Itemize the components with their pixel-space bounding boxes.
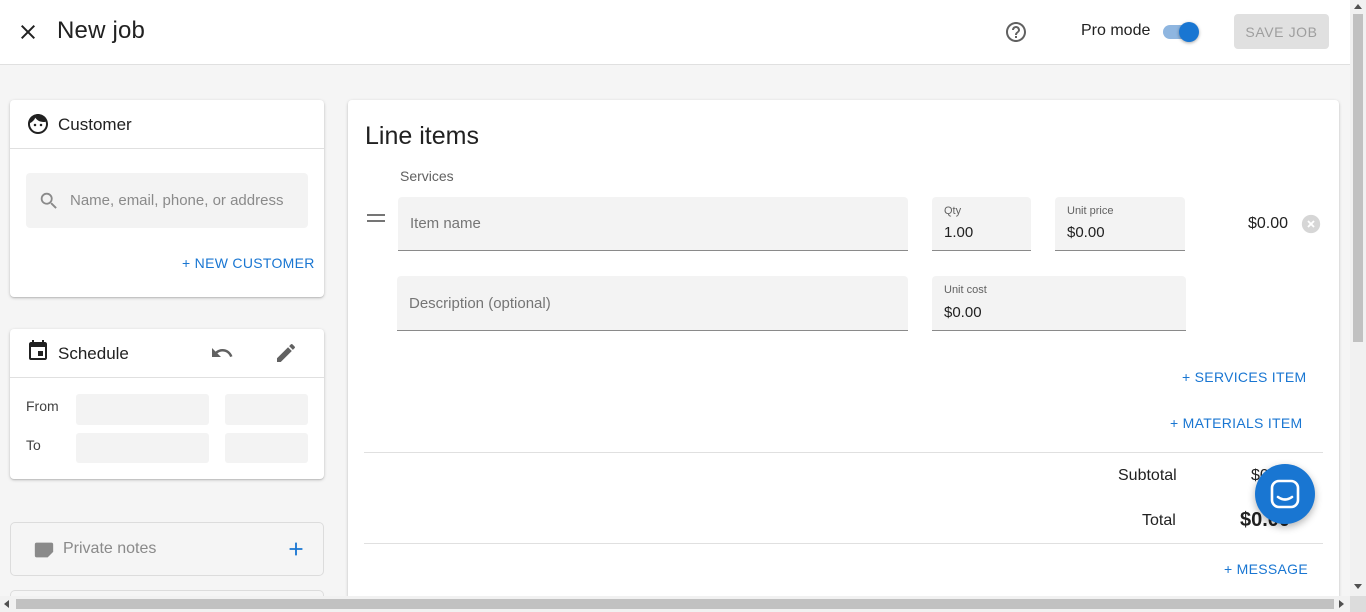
line-total-amount: $0.00: [1248, 215, 1289, 232]
add-icon[interactable]: [285, 538, 307, 560]
unit-price-label: Unit price: [1067, 205, 1114, 217]
add-message-button[interactable]: + MESSAGE: [1224, 561, 1308, 577]
top-app-bar: New job Pro mode SAVE JOB: [0, 0, 1350, 65]
scrollbar-corner: [1350, 596, 1366, 612]
private-notes-button[interactable]: Private notes: [10, 522, 324, 576]
private-notes-label: Private notes: [63, 540, 157, 557]
customer-search-input[interactable]: [70, 173, 302, 228]
qty-input[interactable]: [944, 221, 1019, 243]
customer-title: Customer: [58, 115, 132, 134]
line-items-card: Line items Services Qty Unit price $0.00…: [348, 100, 1339, 612]
schedule-card: Schedule From To: [10, 329, 324, 479]
schedule-card-header: Schedule: [10, 329, 324, 378]
calendar-icon: [26, 339, 50, 363]
line-items-title: Line items: [365, 122, 479, 150]
description-input[interactable]: [409, 276, 896, 330]
save-job-button[interactable]: SAVE JOB: [1234, 14, 1329, 49]
subtotal-label: Subtotal: [1118, 467, 1177, 484]
close-icon[interactable]: [16, 20, 40, 44]
undo-icon[interactable]: [210, 341, 234, 365]
scroll-up-arrow[interactable]: [1354, 4, 1362, 9]
chat-icon: [1270, 479, 1300, 509]
remove-circle-icon[interactable]: [1300, 213, 1322, 235]
unit-price-field[interactable]: Unit price: [1055, 197, 1185, 251]
qty-label: Qty: [944, 205, 962, 217]
schedule-to-label: To: [26, 437, 41, 453]
unit-cost-field[interactable]: Unit cost: [932, 276, 1186, 331]
services-section-label: Services: [400, 168, 454, 184]
qty-field[interactable]: Qty: [932, 197, 1031, 251]
to-date-field[interactable]: [76, 433, 209, 463]
to-time-field[interactable]: [225, 433, 308, 463]
new-customer-button[interactable]: + NEW CUSTOMER: [182, 255, 315, 271]
face-icon: [26, 112, 50, 136]
scroll-right-arrow[interactable]: [1339, 600, 1344, 608]
horizontal-scrollbar[interactable]: [0, 596, 1350, 612]
horizontal-scroll-thumb[interactable]: [16, 599, 1334, 609]
unit-cost-input[interactable]: [944, 301, 1174, 323]
unit-price-input[interactable]: [1067, 221, 1173, 243]
pro-mode-label: Pro mode: [1081, 22, 1151, 39]
totals-divider-top: [364, 452, 1323, 453]
add-materials-item-button[interactable]: + MATERIALS ITEM: [1170, 415, 1303, 431]
item-name-input[interactable]: [410, 197, 896, 250]
customer-card-header: Customer: [10, 100, 324, 149]
scroll-left-arrow[interactable]: [4, 600, 9, 608]
toggle-thumb: [1179, 22, 1199, 42]
drag-handle-icon[interactable]: [367, 214, 385, 224]
chat-launcher-button[interactable]: [1255, 464, 1315, 524]
schedule-title: Schedule: [58, 344, 129, 363]
scroll-down-arrow[interactable]: [1354, 584, 1362, 589]
vertical-scroll-thumb[interactable]: [1353, 14, 1363, 342]
description-field[interactable]: [397, 276, 908, 331]
from-time-field[interactable]: [225, 394, 308, 425]
page-title: New job: [57, 17, 146, 44]
pro-mode-toggle[interactable]: [1161, 22, 1201, 42]
vertical-scrollbar[interactable]: [1350, 0, 1366, 596]
item-name-field[interactable]: [398, 197, 908, 251]
help-icon[interactable]: [1004, 20, 1028, 44]
note-icon: [33, 539, 55, 561]
from-date-field[interactable]: [76, 394, 209, 425]
unit-cost-label: Unit cost: [944, 284, 987, 296]
search-icon: [38, 190, 60, 212]
edit-icon[interactable]: [274, 341, 298, 365]
customer-card: Customer + NEW CUSTOMER: [10, 100, 324, 297]
customer-search-field[interactable]: [26, 173, 308, 228]
schedule-from-label: From: [26, 398, 59, 414]
total-label: Total: [1142, 512, 1176, 529]
add-services-item-button[interactable]: + SERVICES ITEM: [1182, 369, 1306, 385]
totals-divider-bottom: [364, 543, 1323, 544]
